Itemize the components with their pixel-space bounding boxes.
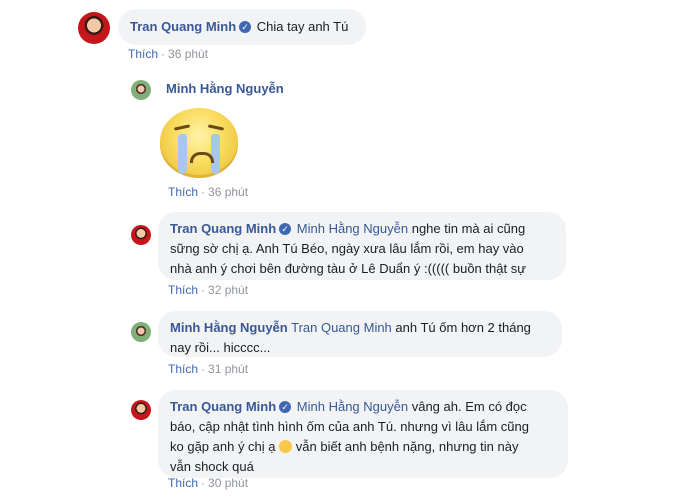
- verified-badge-icon: ✓: [239, 20, 252, 33]
- comment-text: ko gặp anh ý chị ạ: [170, 439, 276, 454]
- timestamp[interactable]: 31 phút: [208, 362, 248, 376]
- avatar[interactable]: [131, 80, 151, 100]
- comment-line: Tran Quang Minh ✓ Minh Hằng Nguyễn nghe t…: [170, 219, 554, 239]
- comment-meta: Thích · 32 phút: [168, 283, 249, 297]
- timestamp[interactable]: 36 phút: [208, 185, 248, 199]
- comment-bubble: Minh Hằng Nguyễn Tran Quang Minh anh Tú …: [158, 311, 562, 357]
- comment-text: vẫn shock quá: [170, 459, 254, 474]
- like-link[interactable]: Thích: [168, 283, 198, 297]
- right-brow: [207, 124, 225, 131]
- avatar[interactable]: [131, 322, 151, 342]
- comment-meta: Thích · 31 phút: [168, 362, 249, 376]
- left-tear: [178, 134, 187, 174]
- like-link[interactable]: Thích: [128, 47, 158, 61]
- mouth: [190, 152, 214, 163]
- author-name[interactable]: Minh Hằng Nguyễn: [166, 81, 284, 96]
- timestamp[interactable]: 30 phút: [208, 476, 248, 490]
- avatar[interactable]: [78, 12, 110, 44]
- author-name[interactable]: Tran Quang Minh: [130, 19, 236, 34]
- author-name[interactable]: Tran Quang Minh: [170, 399, 276, 414]
- comment-meta: Thích · 30 phút: [168, 476, 249, 490]
- comment-bubble: Tran Quang Minh ✓ Minh Hằng Nguyễn nghe t…: [158, 212, 566, 280]
- right-tear: [211, 134, 220, 174]
- avatar[interactable]: [131, 400, 151, 420]
- comment-text: Chia tay anh Tú: [256, 19, 349, 34]
- comment-text: nay rồi... hicccc...: [170, 340, 271, 355]
- like-link[interactable]: Thích: [168, 362, 198, 376]
- comment-text: anh Tú ốm hơn 2 tháng: [395, 320, 531, 335]
- comment-text: sững sờ chị ạ. Anh Tú Béo, ngày xưa lâu …: [170, 241, 524, 256]
- mention-link[interactable]: Tran Quang Minh: [291, 320, 392, 335]
- comment-meta: Thích · 36 phút: [128, 47, 209, 61]
- crying-face-sticker: [160, 108, 238, 178]
- comment-text: báo, cập nhật tình hình ốm của anh Tú. n…: [170, 419, 529, 434]
- like-link[interactable]: Thích: [168, 476, 198, 490]
- comment-meta: Thích · 36 phút: [168, 185, 249, 199]
- mention-link[interactable]: Minh Hằng Nguyễn: [297, 221, 408, 236]
- comment-line: Tran Quang Minh ✓ Minh Hằng Nguyễn vâng a…: [170, 397, 556, 417]
- mention-link[interactable]: Minh Hằng Nguyễn: [297, 399, 408, 414]
- like-link[interactable]: Thích: [168, 185, 198, 199]
- author-name[interactable]: Tran Quang Minh: [170, 221, 276, 236]
- avatar[interactable]: [131, 225, 151, 245]
- comment-line: Minh Hằng Nguyễn Tran Quang Minh anh Tú …: [170, 318, 550, 338]
- sad-face-emoji-icon: [279, 440, 293, 454]
- comment-bubble: Tran Quang Minh ✓ Chia tay anh Tú: [118, 9, 366, 45]
- comment-text: vâng ah. Em có đọc: [411, 399, 527, 414]
- timestamp[interactable]: 32 phút: [208, 283, 248, 297]
- author-name[interactable]: Minh Hằng Nguyễn: [170, 320, 288, 335]
- comment-text: vẫn biết anh bệnh nặng, nhưng tin này: [295, 439, 519, 454]
- comment-line: ko gặp anh ý chị ạ vẫn biết anh bệnh nặn…: [170, 437, 556, 457]
- verified-badge-icon: ✓: [279, 222, 292, 235]
- comment-text: nghe tin mà ai cũng: [411, 221, 526, 236]
- verified-badge-icon: ✓: [279, 400, 292, 413]
- comment-bubble: Tran Quang Minh ✓ Minh Hằng Nguyễn vâng a…: [158, 390, 568, 478]
- comment-text: nhà anh ý chơi bên đường tàu ở Lê Duẩn ý…: [170, 261, 526, 276]
- left-brow: [173, 124, 191, 131]
- timestamp[interactable]: 36 phút: [168, 47, 208, 61]
